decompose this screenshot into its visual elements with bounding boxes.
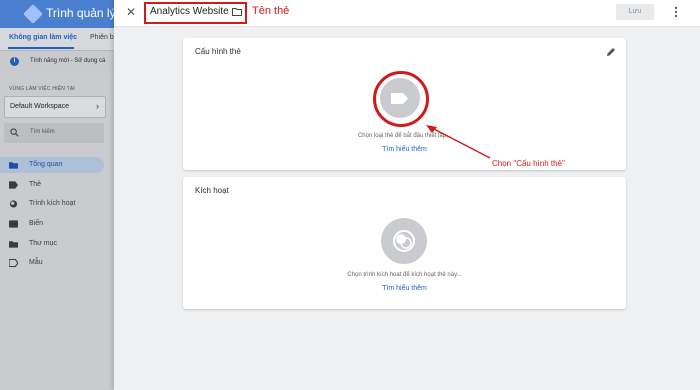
- sidebar-item-label: Biến: [29, 220, 44, 227]
- sidebar-item-triggers[interactable]: Trình kích hoạt: [0, 196, 104, 212]
- template-icon: [9, 259, 18, 267]
- workspace-selector[interactable]: Default Workspace ›: [4, 96, 106, 118]
- annotation-choose-config: Chọn "Cấu hình thẻ": [492, 159, 565, 168]
- sidebar-item-label: Thẻ: [29, 181, 42, 188]
- tag-icon: [9, 181, 18, 189]
- tab-versions[interactable]: Phiên b: [90, 34, 114, 41]
- trigger-icon: [9, 200, 18, 208]
- chevron-right-icon: ›: [96, 101, 99, 111]
- tag-manager-logo-icon: [23, 4, 43, 24]
- info-icon: i: [10, 57, 19, 66]
- tag-editor-panel: ✕ Analytics Website Tên thẻ Lưu Cấu hình…: [114, 0, 700, 390]
- sidebar-item-label: Mẫu: [29, 259, 43, 266]
- sidebar-item-variables[interactable]: Biến: [0, 216, 104, 232]
- search-placeholder: Tìm kiếm: [30, 129, 55, 135]
- annotation-arrow: [426, 125, 491, 159]
- tab-workspace[interactable]: Không gian làm việc: [9, 34, 77, 41]
- variable-icon: [9, 220, 18, 228]
- search-icon: [10, 128, 19, 137]
- folder-icon: [9, 162, 18, 169]
- sidebar-item-templates[interactable]: Mẫu: [0, 255, 104, 271]
- sidebar-item-tags[interactable]: Thẻ: [0, 177, 104, 193]
- current-workspace-label: VÙNG LÀM VIỆC HIỆN TẠI: [9, 86, 75, 92]
- sidebar-item-label: Thư mục: [29, 240, 58, 247]
- workspace-name: Default Workspace: [10, 103, 70, 110]
- sidebar-item-overview[interactable]: Tổng quan: [0, 157, 104, 173]
- notice-text: Tính năng mới - Sử dụng cá: [30, 58, 106, 64]
- active-tab-indicator: [8, 47, 74, 49]
- sidebar-item-folders[interactable]: Thư mục: [0, 236, 104, 252]
- sidebar-item-label: Trình kích hoạt: [29, 200, 76, 207]
- search-input[interactable]: Tìm kiếm: [4, 123, 104, 143]
- folder-icon: [9, 241, 18, 248]
- sidebar-item-label: Tổng quan: [29, 161, 63, 168]
- sidebar: VÙNG LÀM VIỆC HIỆN TẠI Default Workspace…: [0, 73, 114, 390]
